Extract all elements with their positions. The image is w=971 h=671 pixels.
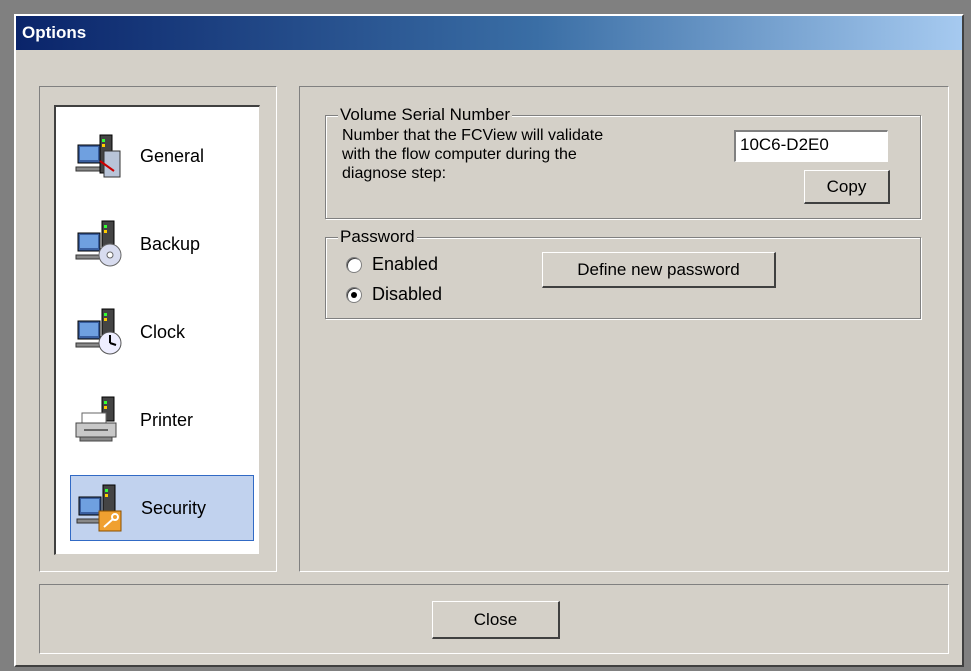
volume-serial-field[interactable]: 10C6-D2E0 <box>734 130 888 162</box>
define-new-password-button[interactable]: Define new password <box>542 252 776 288</box>
options-dialog: Options General Backup Clock Printer Sec… <box>14 14 964 667</box>
close-button-label: Close <box>473 609 518 629</box>
close-button[interactable]: Close <box>432 601 560 639</box>
volume-serial-group: Volume Serial Number Number that the FCV… <box>325 105 921 219</box>
security-key-icon <box>76 484 122 532</box>
enabled-radio-circle[interactable] <box>346 256 362 273</box>
nav-label-backup: Backup <box>140 233 201 254</box>
nav-frame: General Backup Clock Printer Security <box>39 86 277 572</box>
printer-icon <box>75 396 117 442</box>
enabled-radio-label: Enabled <box>372 254 439 274</box>
nav-label-clock: Clock <box>140 321 186 342</box>
content-frame: Volume Serial Number Number that the FCV… <box>299 86 949 572</box>
disabled-radio-label: Disabled <box>372 284 443 304</box>
disabled-radio-circle[interactable] <box>346 286 362 303</box>
window-title: Options <box>22 23 87 42</box>
copy-button[interactable]: Copy <box>804 170 890 204</box>
nav-item-backup[interactable]: Backup <box>70 211 254 277</box>
title-bar[interactable]: Options <box>16 16 962 50</box>
backup-disc-icon <box>75 220 122 267</box>
volume-serial-value: 10C6-D2E0 <box>740 135 829 154</box>
password-enabled-radio[interactable]: Enabled <box>346 254 438 275</box>
password-group: Password Enabled Disabled Define new pas… <box>325 227 921 319</box>
volume-serial-legend: Volume Serial Number <box>338 105 513 125</box>
footer-frame: Close <box>39 584 949 654</box>
nav-item-clock[interactable]: Clock <box>70 299 254 365</box>
nav-item-security[interactable]: Security <box>70 475 254 541</box>
nav-label-general: General <box>140 145 205 166</box>
nav-item-printer[interactable]: Printer <box>70 387 254 453</box>
nav-label-printer: Printer <box>140 409 194 430</box>
password-legend: Password <box>338 227 417 247</box>
nav-list: General Backup Clock Printer Security <box>54 105 260 555</box>
volume-serial-description-line2: with the flow computer during the <box>342 146 577 163</box>
nav-label-security: Security <box>141 497 207 518</box>
clock-icon <box>75 308 122 355</box>
copy-button-label: Copy <box>826 176 867 196</box>
define-new-password-label: Define new password <box>577 259 740 279</box>
volume-serial-description-line3: diagnose step: <box>342 165 447 182</box>
general-computer-icon <box>75 134 121 178</box>
password-disabled-radio[interactable]: Disabled <box>346 284 442 305</box>
volume-serial-description: Number that the FCView will validate wit… <box>342 126 603 183</box>
nav-item-general[interactable]: General <box>70 123 254 189</box>
volume-serial-description-line1: Number that the FCView will validate <box>342 127 604 144</box>
